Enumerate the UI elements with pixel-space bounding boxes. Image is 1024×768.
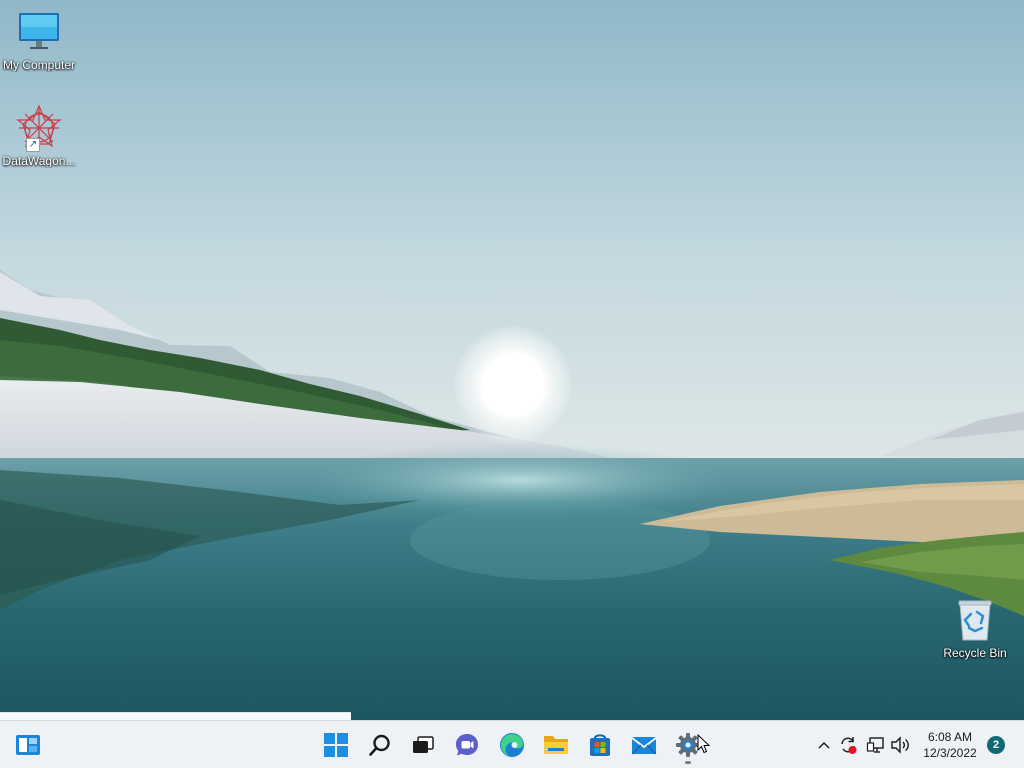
recycle-bin-icon [951, 596, 999, 644]
start-button[interactable] [316, 725, 356, 765]
shortcut-arrow-icon: ↗ [26, 138, 40, 152]
task-view-button[interactable] [403, 725, 443, 765]
clock-date: 12/3/2022 [923, 746, 977, 760]
datawagon-app-icon: ↗ [15, 104, 63, 152]
desktop-icon-datawagon[interactable]: ↗ DataWagon... [0, 104, 78, 168]
search-icon [369, 734, 390, 756]
folder-icon [544, 736, 568, 754]
widgets-button[interactable] [8, 725, 48, 765]
taskbar: 6:08 AM 12/3/2022 2 [0, 720, 1024, 768]
volume-icon [891, 736, 909, 754]
tray-sync-button[interactable] [836, 733, 860, 757]
notification-center-badge[interactable]: 2 [987, 736, 1005, 754]
tray-network-button[interactable] [864, 733, 888, 757]
edge-button[interactable] [492, 725, 532, 765]
chevron-up-icon [818, 741, 830, 749]
network-icon [866, 737, 884, 753]
desktop-wallpaper [0, 0, 1024, 720]
store-icon [590, 734, 610, 756]
gear-icon [676, 733, 700, 757]
store-button[interactable] [580, 725, 620, 765]
monitor-icon [15, 8, 63, 56]
chat-button[interactable] [447, 725, 487, 765]
desktop-icon-label: Recycle Bin [943, 646, 1007, 660]
file-explorer-button[interactable] [536, 725, 576, 765]
widgets-icon [16, 735, 40, 755]
teams-chat-icon [456, 734, 478, 756]
desktop-icon-label: DataWagon... [2, 154, 76, 168]
flyout-edge [0, 712, 351, 720]
sync-icon [841, 737, 857, 754]
edge-icon [500, 733, 524, 757]
settings-button[interactable] [668, 725, 708, 765]
show-hidden-icons-button[interactable] [812, 733, 836, 757]
task-view-icon [413, 736, 434, 753]
desktop-icon-my-computer[interactable]: My Computer [0, 8, 78, 72]
mail-button[interactable] [624, 725, 664, 765]
clock-time: 6:08 AM [927, 730, 973, 744]
running-indicator [685, 761, 691, 764]
tray-volume-button[interactable] [888, 733, 912, 757]
desktop-icon-label: My Computer [2, 58, 76, 72]
mail-icon [631, 737, 657, 755]
desktop-icon-recycle-bin[interactable]: Recycle Bin [936, 596, 1014, 660]
windows-logo-icon [324, 733, 348, 757]
taskbar-clock[interactable]: 6:08 AM 12/3/2022 [916, 729, 984, 761]
search-button[interactable] [360, 725, 400, 765]
